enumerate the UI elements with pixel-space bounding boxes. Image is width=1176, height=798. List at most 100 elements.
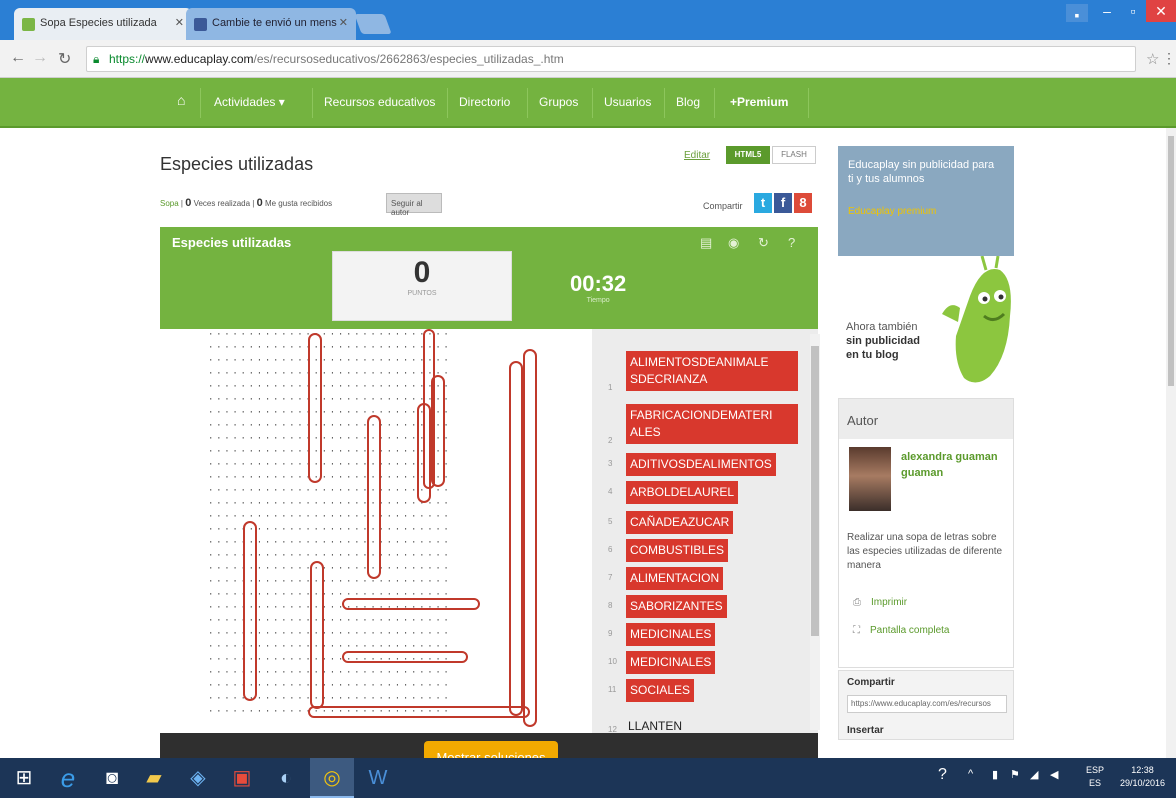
ad-premium-link[interactable]: Educaplay premium	[848, 206, 936, 217]
nav-actividades[interactable]: Actividades ▾	[214, 95, 285, 109]
dropbox-icon[interactable]: ◈	[178, 758, 218, 798]
word-list: 1 ALIMENTOSDEANIMALE SDECRIANZA 2 FABRICACI…	[592, 329, 818, 733]
battery-icon[interactable]: ▮	[992, 768, 998, 781]
insert-header: Insertar	[847, 725, 884, 736]
close-tab-icon[interactable]: ✕	[339, 16, 348, 29]
fullscreen-link[interactable]: ⛶ Pantalla completa	[853, 625, 950, 636]
flag-icon[interactable]: ⚑	[1010, 768, 1020, 781]
author-name[interactable]: alexandra guaman guaman	[901, 449, 1011, 481]
flash-toggle[interactable]: FLASH	[772, 146, 816, 164]
found-word-highlight	[243, 521, 257, 701]
restart-icon[interactable]: ↻	[758, 235, 769, 251]
word-list-item: FABRICACIONDEMATERI ALES	[626, 404, 798, 444]
share-url-input[interactable]: https://www.educaplay.com/es/recursos	[847, 695, 1007, 713]
nav-blog[interactable]: Blog	[676, 95, 700, 109]
word-list-scrollbar[interactable]	[810, 334, 820, 730]
google-plus-icon[interactable]: 8	[794, 193, 812, 213]
word-number: 3	[608, 459, 613, 468]
maximize-button[interactable]: ▫	[1120, 0, 1146, 22]
file-explorer-icon[interactable]: ▰	[134, 758, 174, 798]
word-number: 10	[608, 657, 617, 666]
game-title: Especies utilizadas	[172, 235, 292, 250]
help-tray-icon[interactable]: ?	[938, 766, 947, 784]
html5-toggle[interactable]: HTML5	[726, 146, 770, 164]
tab-active[interactable]: Sopa Especies utilizada ✕	[14, 8, 192, 40]
network-icon[interactable]: ◢	[1030, 768, 1038, 781]
avatar[interactable]	[849, 447, 891, 511]
tab-title: Sopa Especies utilizada	[40, 17, 157, 29]
new-tab-button[interactable]	[354, 14, 392, 34]
score-bar: 0 PUNTOS 00:32 Tiempo	[160, 251, 818, 329]
print-link[interactable]: ⎙ Imprimir	[853, 597, 907, 608]
nav-separator	[808, 88, 809, 118]
store-icon[interactable]: ◙	[92, 758, 132, 798]
nav-separator	[714, 88, 715, 118]
found-word-highlight	[523, 349, 537, 727]
instructions-icon[interactable]: ▤	[700, 235, 712, 251]
activity-type[interactable]: Sopa	[160, 199, 179, 208]
nav-recursos[interactable]: Recursos educativos	[324, 95, 435, 109]
close-tab-icon[interactable]: ✕	[175, 16, 184, 29]
reload-icon[interactable]: ↻	[58, 49, 71, 69]
paint-icon[interactable]: ◐	[266, 758, 306, 798]
nav-separator	[447, 88, 448, 118]
back-arrow-icon[interactable]: ←	[10, 49, 26, 67]
browser-titlebar: Sopa Especies utilizada ✕ Cambie te envi…	[0, 0, 1176, 40]
fullscreen-icon: ⛶	[853, 625, 860, 636]
url-domain: www.educaplay.com	[145, 52, 254, 66]
tray-expand-icon[interactable]: ^	[968, 768, 973, 780]
help-icon[interactable]: ?	[788, 235, 795, 250]
menu-dots-icon[interactable]: ⋮	[1162, 50, 1176, 67]
url-input[interactable]: 🔒︎ https://www.educaplay.com/es/recursos…	[86, 46, 1136, 72]
close-window-button[interactable]: ✕	[1146, 0, 1176, 22]
facebook-icon[interactable]: f	[774, 193, 792, 213]
bookmark-star-icon[interactable]: ☆	[1146, 50, 1159, 68]
found-word-highlight	[417, 403, 431, 503]
premium-ad[interactable]: Educaplay sin publicidad para ti y tus a…	[838, 146, 1014, 256]
url-scheme: https://	[109, 52, 146, 66]
nav-separator	[527, 88, 528, 118]
windows-start-icon[interactable]: ⊞	[4, 758, 44, 798]
tagline-line-2: sin publicidad	[846, 335, 920, 347]
nav-premium[interactable]: +Premium	[730, 95, 788, 109]
found-word-highlight	[342, 651, 468, 663]
nav-grupos[interactable]: Grupos	[539, 95, 578, 109]
page-scrollbar[interactable]	[1166, 128, 1176, 758]
twitter-icon[interactable]: t	[754, 193, 772, 213]
tab-inactive[interactable]: Cambie te envió un mens ✕	[186, 8, 356, 40]
site-navbar: ⌂ Actividades ▾ Recursos educativos Dire…	[0, 78, 1176, 128]
edit-link[interactable]: Editar	[684, 150, 710, 161]
windows-taskbar: ⊞ e ◙ ▰ ◈ ▣ ◐ ◎ W ? ^ ▮ ⚑ ◢ ◀ ESP ES 12:…	[0, 758, 1176, 798]
language-indicator[interactable]: ESP ES	[1086, 764, 1104, 790]
scrollbar-thumb[interactable]	[811, 346, 819, 636]
home-icon[interactable]: ⌂	[177, 92, 185, 108]
sound-icon[interactable]: ◉	[728, 235, 739, 251]
nav-separator	[664, 88, 665, 118]
print-label: Imprimir	[871, 597, 908, 608]
found-word-highlight	[509, 361, 523, 716]
volume-icon[interactable]: ◀	[1050, 768, 1058, 781]
clock[interactable]: 12:38 29/10/2016	[1120, 764, 1165, 790]
nav-usuarios[interactable]: Usuarios	[604, 95, 651, 109]
blog-tagline: Ahora también sin publicidad en tu blog	[846, 320, 920, 362]
chrome-icon[interactable]: ◎	[310, 758, 354, 798]
scrollbar-thumb[interactable]	[1168, 136, 1174, 386]
media-app-icon[interactable]: ▣	[222, 758, 262, 798]
tab-title: Cambie te envió un mens	[212, 17, 337, 29]
word-list-item: SABORIZANTES	[626, 595, 727, 618]
word-icon[interactable]: W	[356, 758, 400, 798]
word-search-grid[interactable]: ······························ ·········…	[160, 329, 592, 733]
nav-directorio[interactable]: Directorio	[459, 95, 510, 109]
user-profile-icon[interactable]: ▪	[1066, 4, 1088, 23]
tagline-line-3: en tu blog	[846, 349, 899, 361]
follow-author-button[interactable]: Seguir al autor	[386, 193, 442, 217]
author-box: Autor alexandra guaman guaman Realizar u…	[838, 398, 1014, 668]
facebook-favicon-icon	[194, 18, 207, 31]
edge-icon[interactable]: e	[48, 758, 88, 798]
share-box: Compartir https://www.educaplay.com/es/r…	[838, 670, 1014, 740]
found-word-highlight	[308, 706, 530, 718]
likes-count: 0	[256, 197, 263, 209]
forward-arrow-icon[interactable]: →	[32, 49, 48, 67]
activity-meta: Sopa | 0 Veces realizada | 0 Me gusta re…	[160, 197, 333, 209]
minimize-button[interactable]: –	[1094, 0, 1120, 22]
